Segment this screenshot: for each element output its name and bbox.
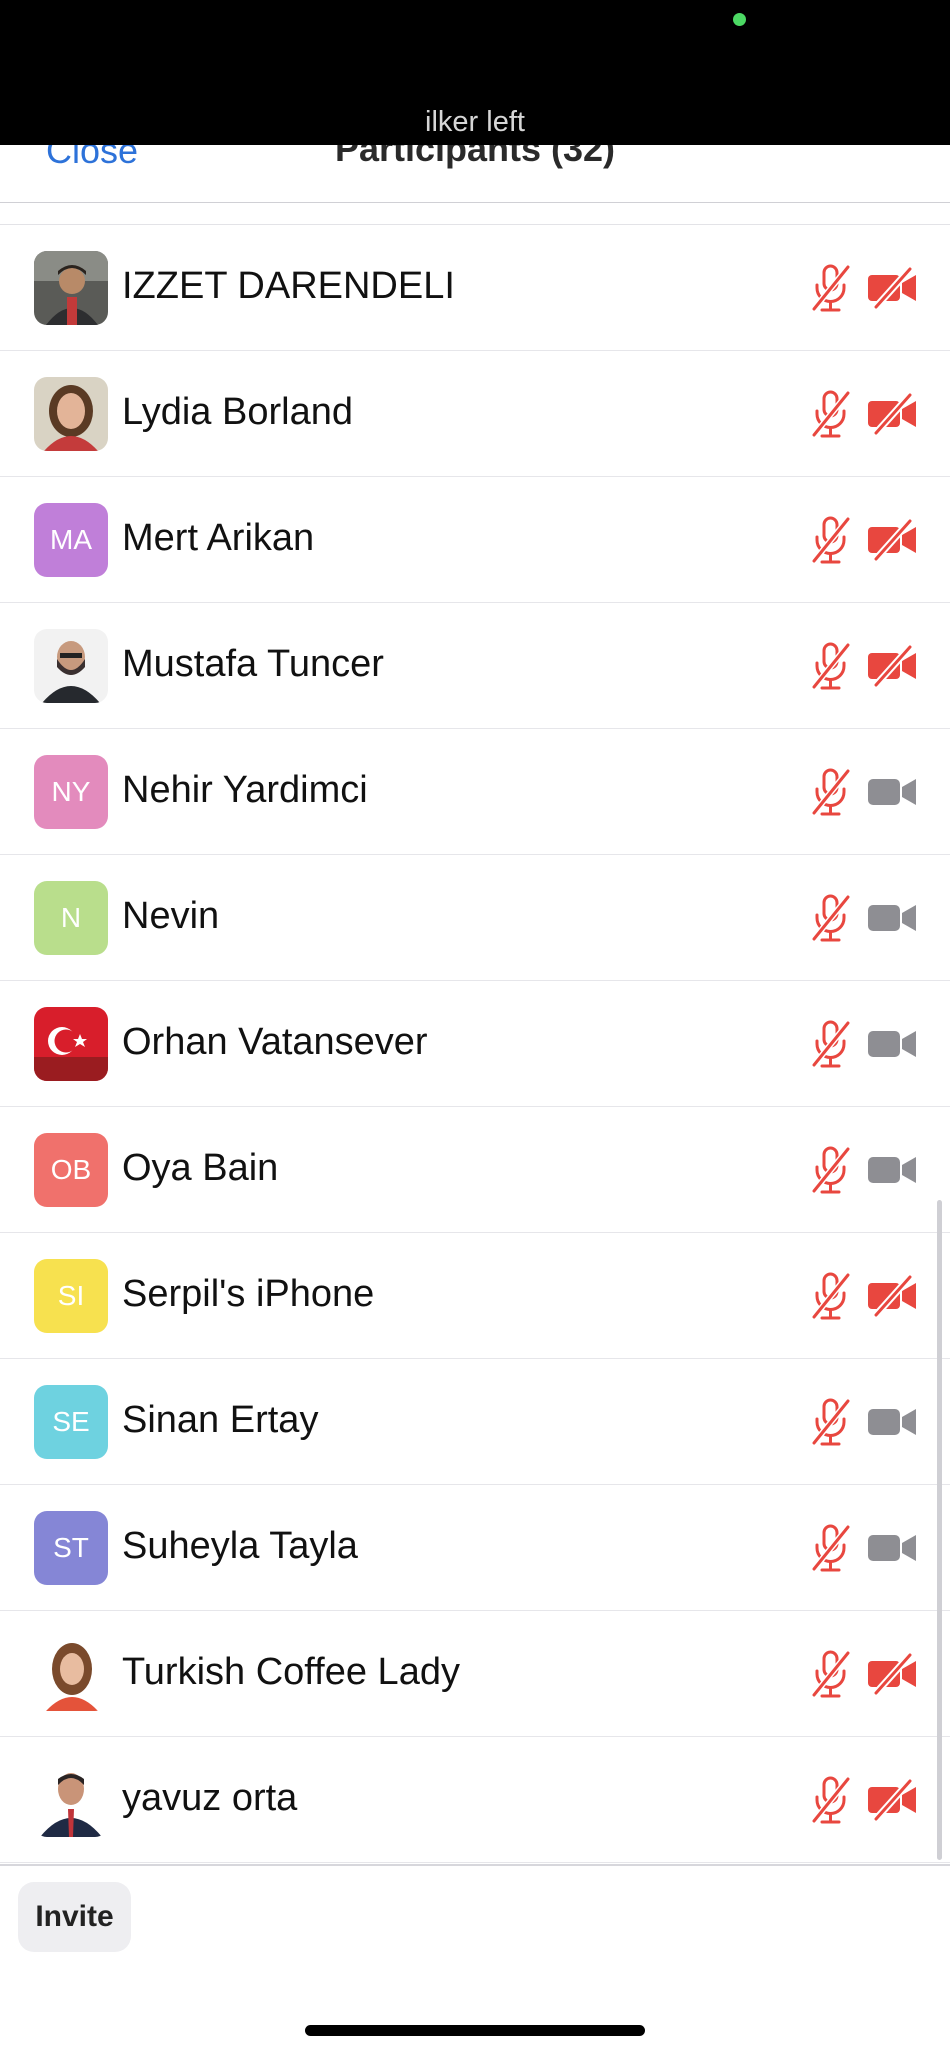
mic-muted-icon[interactable] bbox=[808, 1019, 854, 1069]
participant-row[interactable]: Mustafa Tuncer bbox=[0, 603, 950, 729]
initials-avatar: SI bbox=[34, 1259, 108, 1333]
video-off-icon[interactable] bbox=[866, 392, 918, 436]
video-camera-icon[interactable] bbox=[866, 897, 918, 939]
person-photo-avatar bbox=[34, 377, 108, 451]
footer-divider bbox=[0, 1864, 950, 1866]
person-photo-avatar bbox=[34, 251, 108, 325]
participant-row[interactable]: SE Sinan Ertay bbox=[0, 1359, 950, 1485]
participant-row[interactable]: N Nevin bbox=[0, 855, 950, 981]
avatar-initials: N bbox=[60, 902, 82, 933]
participant-name: Mustafa Tuncer bbox=[122, 643, 384, 685]
initials-avatar: N bbox=[34, 881, 108, 955]
participant-row[interactable]: Orhan Vatansever bbox=[0, 981, 950, 1107]
turkish-flag-avatar bbox=[34, 1007, 108, 1081]
participant-row[interactable]: Turkish Coffee Lady bbox=[0, 1611, 950, 1737]
participant-name: yavuz orta bbox=[122, 1777, 298, 1819]
avatar-initials: ST bbox=[53, 1532, 89, 1563]
mic-muted-icon[interactable] bbox=[808, 1649, 854, 1699]
camera-active-indicator bbox=[733, 13, 746, 26]
video-off-icon[interactable] bbox=[866, 1274, 918, 1318]
participant-name: Lydia Borland bbox=[122, 391, 353, 433]
participant-row[interactable]: yavuz orta bbox=[0, 1737, 950, 1863]
mic-muted-icon[interactable] bbox=[808, 263, 854, 313]
avatar-initials: MA bbox=[50, 524, 92, 555]
mic-muted-icon[interactable] bbox=[808, 515, 854, 565]
mic-muted-icon[interactable] bbox=[808, 389, 854, 439]
video-camera-icon[interactable] bbox=[866, 1023, 918, 1065]
video-off-icon[interactable] bbox=[866, 266, 918, 310]
participant-row[interactable]: IZZET DARENDELI bbox=[0, 225, 950, 351]
initials-avatar: NY bbox=[34, 755, 108, 829]
video-off-icon[interactable] bbox=[866, 518, 918, 562]
participant-row[interactable]: Lydia Borland bbox=[0, 351, 950, 477]
participant-name: Serpil's iPhone bbox=[122, 1273, 375, 1315]
participant-name: Orhan Vatansever bbox=[122, 1021, 428, 1063]
home-indicator[interactable] bbox=[305, 2025, 645, 2036]
participant-name: Nevin bbox=[122, 895, 220, 937]
avatar-initials: OB bbox=[50, 1154, 92, 1185]
participant-name: Mert Arikan bbox=[122, 517, 315, 559]
mic-muted-icon[interactable] bbox=[808, 893, 854, 943]
avatar-initials: SI bbox=[57, 1280, 85, 1311]
participant-name: Oya Bain bbox=[122, 1147, 279, 1189]
participant-row[interactable]: NY Nehir Yardimci bbox=[0, 729, 950, 855]
invite-button[interactable]: Invite bbox=[18, 1882, 131, 1952]
participant-name: IZZET DARENDELI bbox=[122, 265, 455, 307]
avatar-initials: SE bbox=[52, 1406, 90, 1437]
participant-row[interactable]: OB Oya Bain bbox=[0, 1107, 950, 1233]
mic-muted-icon[interactable] bbox=[808, 1775, 854, 1825]
participant-row[interactable]: MA Mert Arikan bbox=[0, 477, 950, 603]
video-camera-icon[interactable] bbox=[866, 1527, 918, 1569]
participant-row[interactable]: ST Suheyla Tayla bbox=[0, 1485, 950, 1611]
participant-name: Nehir Yardimci bbox=[122, 769, 368, 811]
participant-row[interactable]: SI Serpil's iPhone bbox=[0, 1233, 950, 1359]
video-camera-icon[interactable] bbox=[866, 771, 918, 813]
mic-muted-icon[interactable] bbox=[808, 1145, 854, 1195]
status-bar: ilker left bbox=[0, 0, 950, 145]
avatar-initials: NY bbox=[51, 776, 91, 807]
video-off-icon[interactable] bbox=[866, 644, 918, 688]
participant-name: Sinan Ertay bbox=[122, 1399, 319, 1441]
initials-avatar: MA bbox=[34, 503, 108, 577]
mic-muted-icon[interactable] bbox=[808, 641, 854, 691]
initials-avatar: OB bbox=[34, 1133, 108, 1207]
mic-muted-icon[interactable] bbox=[808, 1523, 854, 1573]
video-off-icon[interactable] bbox=[866, 1778, 918, 1822]
mic-muted-icon[interactable] bbox=[808, 1397, 854, 1447]
video-camera-icon[interactable] bbox=[866, 1149, 918, 1191]
participant-name: Turkish Coffee Lady bbox=[122, 1651, 460, 1693]
participant-list: IZZET DARENDELI Lydia Borland MA Mert Arika… bbox=[0, 225, 950, 1863]
mic-muted-icon[interactable] bbox=[808, 767, 854, 817]
video-off-icon[interactable] bbox=[866, 1652, 918, 1696]
person-photo-avatar bbox=[34, 629, 108, 703]
participant-name: Suheyla Tayla bbox=[122, 1525, 358, 1567]
person-photo-avatar bbox=[34, 1763, 108, 1837]
video-camera-icon[interactable] bbox=[866, 1401, 918, 1443]
mic-muted-icon[interactable] bbox=[808, 1271, 854, 1321]
initials-avatar: SE bbox=[34, 1385, 108, 1459]
scrollbar[interactable] bbox=[937, 1200, 942, 1860]
initials-avatar: ST bbox=[34, 1511, 108, 1585]
person-photo-avatar bbox=[34, 1637, 108, 1711]
participant-left-notification: ilker left bbox=[425, 106, 525, 138]
